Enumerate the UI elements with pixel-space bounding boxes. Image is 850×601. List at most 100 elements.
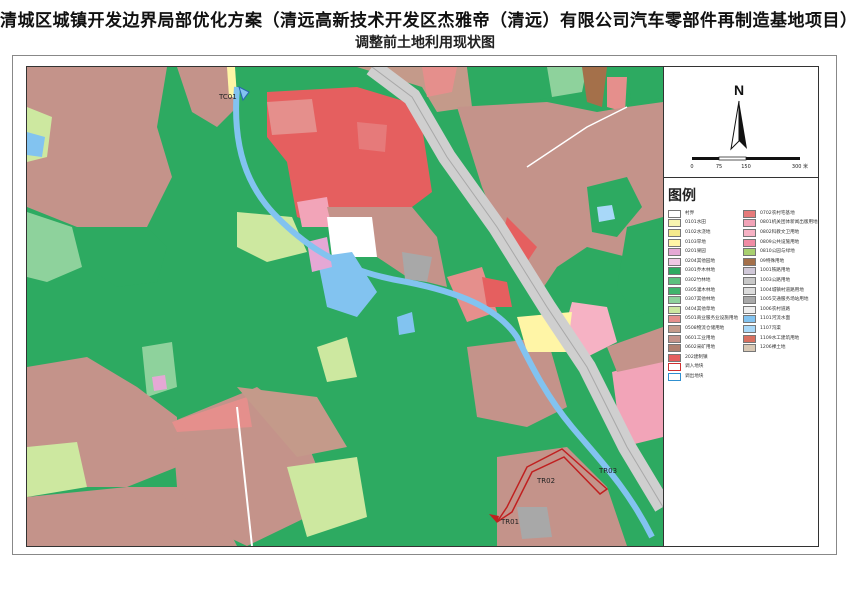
plot-tc01 xyxy=(238,86,250,102)
plot-label-tc01: TC01 xyxy=(218,93,237,101)
legend-item: 1003公路用地 xyxy=(743,276,817,286)
scale-bar: 0 75 150 300 米 xyxy=(690,156,808,170)
parcel-town xyxy=(482,277,512,307)
legend-label: 1003公路用地 xyxy=(760,277,791,283)
legend-label: 0307其他林地 xyxy=(685,297,716,303)
legend-label: 0809公共设施用地 xyxy=(760,239,800,245)
legend-swatch xyxy=(743,334,756,343)
legend-label: 0204其他园地 xyxy=(685,258,716,264)
map-title: 清城区城镇开发边界局部优化方案（清远高新技术开发区杰雅帝（清远）有限公司汽车零部… xyxy=(0,11,850,31)
legend-item: 0702农村宅基地 xyxy=(743,209,817,219)
legend-swatch xyxy=(668,248,681,257)
legend-label: 1206裸土地 xyxy=(760,345,786,351)
legend-label: 1001铁路用地 xyxy=(760,268,791,274)
legend-label: 0102水浇地 xyxy=(685,229,711,235)
legend-label: 0501商业服务业设施用地 xyxy=(685,316,739,322)
legend-item: 0508物流仓储用地 xyxy=(668,324,742,334)
legend-label: 0802科教文卫用地 xyxy=(760,229,800,235)
legend-item: 0602采矿用地 xyxy=(668,343,742,353)
legend-item: 0101水田 xyxy=(668,219,742,229)
legend-swatch xyxy=(743,238,756,247)
legend-label: 0404其他草地 xyxy=(685,306,716,312)
legend-label: 0702农村宅基地 xyxy=(760,210,795,216)
parcel-special xyxy=(582,67,607,107)
legend-swatch xyxy=(743,228,756,237)
legend-item: 1101河流水面 xyxy=(743,315,817,325)
legend-swatch xyxy=(668,219,681,228)
legend-label: 1004城镇村道路用地 xyxy=(760,287,804,293)
land-use-map: TC01 TR01 TR02 TR03 xyxy=(26,66,664,547)
legend-item: 1005交通服务场站用地 xyxy=(743,295,817,305)
legend-swatch xyxy=(668,276,681,285)
legend-swatch xyxy=(668,257,681,266)
legend-label: 202建制镇 xyxy=(685,354,708,360)
legend-label: 0810公园与绿地 xyxy=(760,249,795,255)
legend-label: 0301乔木林地 xyxy=(685,268,716,274)
legend-swatch xyxy=(668,296,681,305)
legend-swatch xyxy=(668,334,681,343)
legend-item: 0802科教文卫用地 xyxy=(743,228,817,238)
legend-label: 0302竹林地 xyxy=(685,277,711,283)
parcel-water xyxy=(397,312,415,335)
legend-item: 0501商业服务业设施用地 xyxy=(668,315,742,325)
legend-item: 0103旱地 xyxy=(668,238,742,248)
legend-item: 0404其他草地 xyxy=(668,305,742,315)
legend-swatch xyxy=(668,238,681,247)
scale-label: 75 xyxy=(716,164,722,170)
legend-column-left: 村界 0101水田 0102水浇地 0103旱地 0201果园 0204其他园地 0301乔… xyxy=(668,209,742,382)
plot-label-tr01: TR01 xyxy=(500,518,519,526)
legend-label: 0508物流仓储用地 xyxy=(685,325,725,331)
legend-item: 调出地块 xyxy=(668,372,742,382)
legend-swatch xyxy=(668,344,681,353)
legend-swatch xyxy=(668,363,681,372)
legend-item: 调入地块 xyxy=(668,363,742,373)
legend-swatch xyxy=(668,228,681,237)
parcel-forest xyxy=(87,227,167,287)
legend-label: 村界 xyxy=(685,210,695,216)
legend-panel: N 0 75 150 300 米 图例 村界 0101水田 0102水浇地 0103旱… xyxy=(664,66,819,547)
legend-swatch xyxy=(668,353,681,362)
parcel-public xyxy=(297,197,332,227)
legend-item: 0305灌木林地 xyxy=(668,286,742,296)
legend-item: 村界 xyxy=(668,209,742,219)
legend-swatch xyxy=(668,324,681,333)
legend-swatch xyxy=(743,296,756,305)
land-use-map-canvas: TC01 TR01 TR02 TR03 xyxy=(27,67,663,546)
legend-swatch xyxy=(743,248,756,257)
legend-label: 0602采矿用地 xyxy=(685,345,716,351)
legend-swatch xyxy=(743,257,756,266)
parcel-grassland xyxy=(287,457,367,537)
legend-swatch xyxy=(668,286,681,295)
legend-item: 0601工业用地 xyxy=(668,334,742,344)
legend-swatch xyxy=(668,372,681,381)
legend-swatch xyxy=(743,219,756,228)
legend-swatch xyxy=(668,267,681,276)
map-subtitle: 调整前土地利用现状图 xyxy=(355,35,495,51)
legend-title: 图例 xyxy=(668,188,696,204)
legend-swatch xyxy=(668,305,681,314)
legend-label: 0101水田 xyxy=(685,220,706,226)
parcel-grassland xyxy=(27,442,87,497)
legend-column-right: 0702农村宅基地 0801机关团体新闻出版用地 0802科教文卫用地 0809公共设… xyxy=(743,209,818,353)
parcel-transport xyxy=(402,252,432,282)
legend-item: 0201果园 xyxy=(668,247,742,257)
legend-label: 0801机关团体新闻出版用地 xyxy=(760,220,818,226)
legend-item: 0301乔木林地 xyxy=(668,267,742,277)
legend-item: 1001铁路用地 xyxy=(743,267,817,277)
scale-label: 0 xyxy=(690,164,693,170)
legend-item: 0302竹林地 xyxy=(668,276,742,286)
parcel-industrial xyxy=(27,67,172,227)
scale-label: 150 xyxy=(741,164,751,170)
parcel-commercial xyxy=(607,77,627,112)
legend-label: 1109水工建筑用地 xyxy=(760,335,800,341)
north-arrow-icon: N xyxy=(730,82,747,151)
legend-item: 0809公共设施用地 xyxy=(743,238,817,248)
parcel-forest xyxy=(467,67,552,107)
parcel-ditch xyxy=(597,205,615,222)
legend-item: 0801机关团体新闻出版用地 xyxy=(743,219,818,229)
legend-item: 1109水工建筑用地 xyxy=(743,334,817,344)
legend-swatch xyxy=(668,315,681,324)
legend-label: 调出地块 xyxy=(685,373,704,379)
legend-swatch xyxy=(743,276,756,285)
legend-item: 0810公园与绿地 xyxy=(743,247,817,257)
